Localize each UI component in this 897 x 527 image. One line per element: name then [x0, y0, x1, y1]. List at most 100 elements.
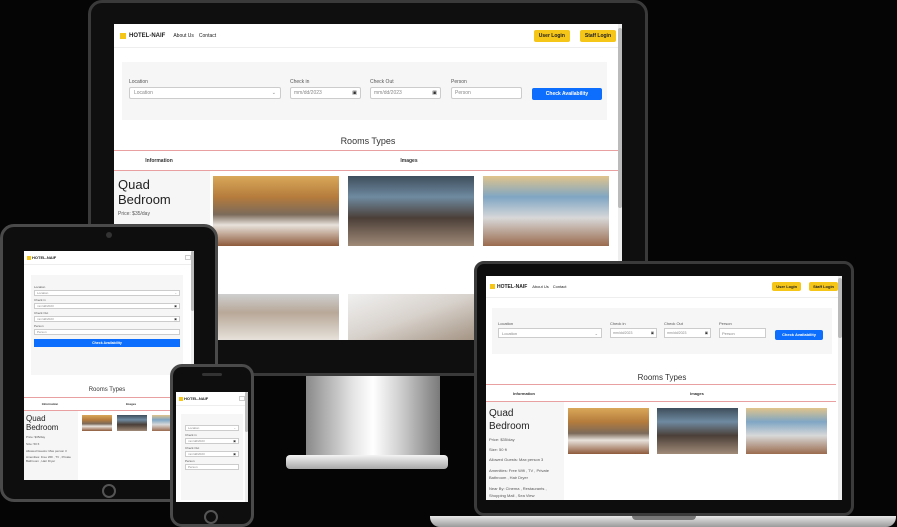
checkin-value: mm/dd/2023 [188, 439, 205, 443]
calendar-icon[interactable]: ▣ [174, 304, 177, 308]
room-photo[interactable] [568, 408, 649, 454]
room-photo[interactable] [483, 176, 609, 246]
checkout-label: Check Out [664, 321, 683, 326]
col-information: Information [145, 157, 173, 164]
calendar-icon[interactable]: ▣ [233, 452, 236, 456]
location-value: Location [134, 90, 153, 96]
checkin-label: Check in [34, 298, 46, 302]
person-input[interactable]: Person [34, 329, 180, 335]
checkin-label: Check in [290, 79, 310, 85]
calendar-icon[interactable]: ▣ [352, 90, 357, 96]
room-photo[interactable] [657, 408, 738, 454]
room-photo[interactable] [348, 294, 474, 340]
checkout-label: Check Out [185, 446, 200, 450]
room-photo[interactable] [82, 415, 112, 431]
location-select[interactable]: Location ⌄ [498, 328, 602, 338]
user-login-button[interactable]: User Login [772, 282, 802, 291]
checkout-value: mm/dd/2023 [374, 90, 402, 96]
rooms-section-title: Rooms Types [88, 387, 126, 393]
location-select[interactable]: Location ⌄ [34, 290, 180, 296]
person-input[interactable]: Person [719, 328, 766, 338]
scrollbar[interactable] [245, 392, 248, 502]
checkout-date-input[interactable]: mm/dd/2023 ▣ [34, 316, 180, 322]
calendar-icon[interactable]: ▣ [705, 331, 708, 335]
room-name: Quad Bedroom [118, 177, 171, 207]
room-info-cell: Quad Bedroom Price: $35/day Size: 50 ft … [24, 411, 78, 480]
tablet-screen: HOTEL-NAIF Location Location ⌄ Check in … [24, 251, 194, 480]
calendar-icon[interactable]: ▣ [233, 439, 236, 443]
check-availability-button[interactable]: Check Availability [532, 88, 602, 100]
person-label: Person [451, 79, 467, 85]
location-value: Location [502, 330, 518, 336]
calendar-icon[interactable]: ▣ [174, 317, 177, 321]
brand[interactable]: HOTEL-NAIF [490, 284, 527, 290]
room-photo[interactable] [117, 415, 147, 431]
location-select[interactable]: Location ⌄ [129, 87, 281, 99]
brand-name: HOTEL-NAIF [129, 32, 166, 39]
col-information: Information [513, 390, 535, 396]
location-value: Location [37, 291, 49, 295]
checkout-date-input[interactable]: mm/dd/2023 ▣ [185, 451, 239, 457]
hotel-logo-icon [490, 284, 495, 289]
hotel-logo-icon [120, 32, 126, 39]
room-name: Quad Bedroom [26, 414, 59, 432]
nav-contact-link[interactable]: Contact [199, 33, 216, 39]
staff-login-button[interactable]: Staff Login [809, 282, 838, 291]
tablet-home-button [102, 484, 116, 498]
person-label: Person [719, 321, 732, 326]
location-label: Location [498, 321, 514, 326]
person-input[interactable]: Person [451, 87, 522, 99]
location-select[interactable]: Location ⌄ [185, 425, 239, 431]
room-photo[interactable] [213, 176, 339, 246]
nav-about-link[interactable]: About Us [532, 284, 548, 289]
brand-name: HOTEL-NAIF [32, 255, 57, 260]
checkout-date-input[interactable]: mm/dd/2023 ▣ [664, 328, 711, 338]
checkin-value: mm/dd/2023 [294, 90, 322, 96]
room-photo[interactable] [348, 176, 474, 246]
calendar-icon[interactable]: ▣ [651, 331, 654, 335]
rooms-section-title: Rooms Types [637, 373, 687, 382]
location-value: Location [188, 426, 200, 430]
brand-name: HOTEL-NAIF [184, 396, 209, 401]
scrollbar[interactable] [838, 276, 842, 500]
brand[interactable]: HOTEL-NAIF [27, 255, 56, 260]
navbar: HOTEL-NAIF [176, 392, 248, 406]
hotel-logo-icon [27, 255, 31, 260]
check-availability-button[interactable]: Check Availability [34, 339, 180, 347]
person-placeholder: Person [37, 330, 47, 334]
room-photo[interactable] [213, 294, 339, 340]
brand[interactable]: HOTEL-NAIF [120, 32, 166, 39]
staff-login-button[interactable]: Staff Login [579, 29, 616, 42]
user-login-button[interactable]: User Login [533, 29, 570, 42]
checkin-date-input[interactable]: mm/dd/2023 ▣ [185, 438, 239, 444]
nav-about-link[interactable]: About Us [173, 33, 194, 39]
chevron-down-icon: ⌄ [174, 291, 177, 295]
nav-contact-link[interactable]: Contact [553, 284, 567, 289]
checkout-value: mm/dd/2023 [667, 331, 687, 335]
rooms-section-title: Rooms Types [340, 136, 396, 146]
chevron-down-icon: ⌄ [594, 330, 598, 336]
navbar: HOTEL-NAIF [24, 251, 194, 265]
person-input[interactable]: Person [185, 464, 239, 470]
phone-speaker [202, 373, 222, 376]
hotel-logo-icon [179, 396, 183, 401]
room-price: Price: $35/day [489, 437, 515, 442]
checkin-date-input[interactable]: mm/dd/2023 ▣ [610, 328, 657, 338]
person-placeholder: Person [188, 465, 198, 469]
checkin-label: Check in [610, 321, 626, 326]
phone-home-button [204, 510, 218, 524]
room-name: Quad Bedroom [489, 408, 530, 432]
room-price: Price: $35/day [118, 211, 150, 217]
imac-base [286, 455, 448, 469]
col-images: Images [690, 390, 704, 396]
brand[interactable]: HOTEL-NAIF [179, 396, 208, 401]
brand-name: HOTEL-NAIF [497, 283, 528, 290]
checkout-label: Check Out [370, 79, 394, 85]
room-photo[interactable] [746, 408, 827, 454]
checkout-date-input[interactable]: mm/dd/2023 ▣ [370, 87, 441, 99]
checkin-date-input[interactable]: mm/dd/2023 ▣ [290, 87, 361, 99]
room-guests: Allowed Guests: Max person 3 [26, 449, 67, 453]
checkin-date-input[interactable]: mm/dd/2023 ▣ [34, 303, 180, 309]
calendar-icon[interactable]: ▣ [432, 90, 437, 96]
check-availability-button[interactable]: Check Availability [775, 330, 823, 340]
